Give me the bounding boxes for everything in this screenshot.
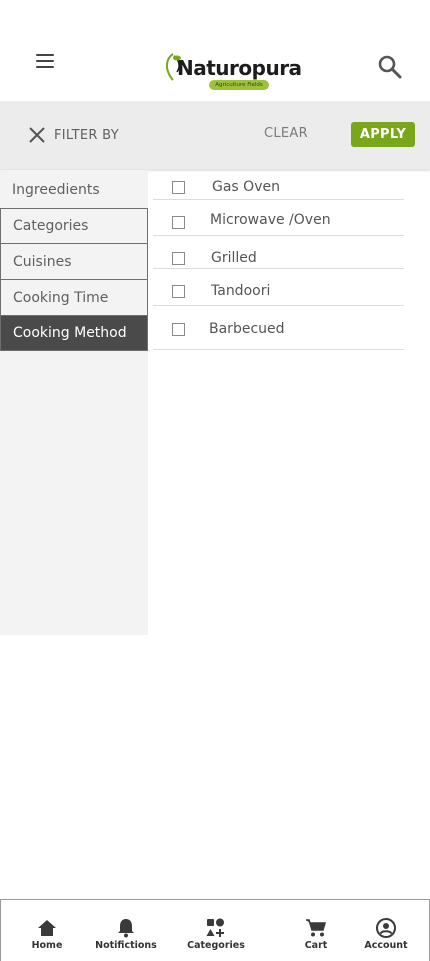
checkbox[interactable]: [172, 216, 185, 229]
list-item[interactable]: Gas Oven: [153, 170, 404, 200]
nav-label: Notifictions: [95, 940, 157, 951]
filter-title: FILTER BY: [54, 128, 119, 143]
checkbox[interactable]: [172, 285, 185, 298]
search-icon[interactable]: [377, 54, 403, 80]
apply-button[interactable]: APPLY: [351, 122, 415, 147]
brand-tagline: Agriculture Fields: [209, 80, 269, 90]
clear-button[interactable]: CLEAR: [264, 126, 308, 141]
checkbox[interactable]: [172, 323, 185, 336]
option-label: Tandoori: [211, 283, 271, 299]
option-label: Grilled: [211, 250, 257, 266]
nav-notifications[interactable]: Notifictions: [95, 900, 157, 961]
hamburger-menu-icon[interactable]: [36, 54, 54, 68]
nav-categories[interactable]: Categories: [185, 900, 247, 961]
sidebar-item-cuisines[interactable]: Cuisines: [0, 243, 148, 280]
account-icon: [376, 918, 396, 938]
bottom-navigation: Home Notifictions Categories Cart Accoun…: [0, 899, 430, 961]
sidebar-item-cooking-method[interactable]: Cooking Method: [0, 315, 148, 351]
option-label: Barbecued: [209, 321, 285, 337]
list-item[interactable]: Barbecued: [153, 306, 404, 350]
nav-label: Account: [364, 940, 408, 951]
nav-label: Categories: [187, 940, 245, 951]
sidebar-item-categories[interactable]: Categories: [0, 208, 148, 244]
bell-icon: [118, 919, 134, 938]
categories-icon: [206, 918, 224, 937]
option-label: Microwave /Oven: [210, 212, 331, 228]
sidebar-item-cooking-time[interactable]: Cooking Time: [0, 279, 148, 316]
close-icon[interactable]: [28, 126, 46, 144]
cart-icon: [306, 919, 326, 937]
home-icon: [38, 920, 56, 936]
option-label: Gas Oven: [212, 179, 280, 195]
list-item[interactable]: Microwave /Oven: [153, 200, 404, 236]
list-item[interactable]: Grilled: [153, 236, 404, 269]
nav-cart[interactable]: Cart: [293, 900, 339, 961]
brand-logo[interactable]: Naturopura Agriculture Fields: [163, 50, 302, 94]
nav-label: Cart: [304, 940, 328, 951]
sidebar-item-ingredients[interactable]: Ingreedients: [0, 172, 148, 208]
nav-home[interactable]: Home: [19, 900, 75, 961]
nav-account[interactable]: Account: [358, 900, 414, 961]
brand-name: Naturopura: [177, 56, 302, 80]
checkbox[interactable]: [172, 181, 185, 194]
list-item[interactable]: Tandoori: [153, 269, 404, 306]
nav-label: Home: [31, 940, 63, 951]
checkbox[interactable]: [172, 252, 185, 265]
